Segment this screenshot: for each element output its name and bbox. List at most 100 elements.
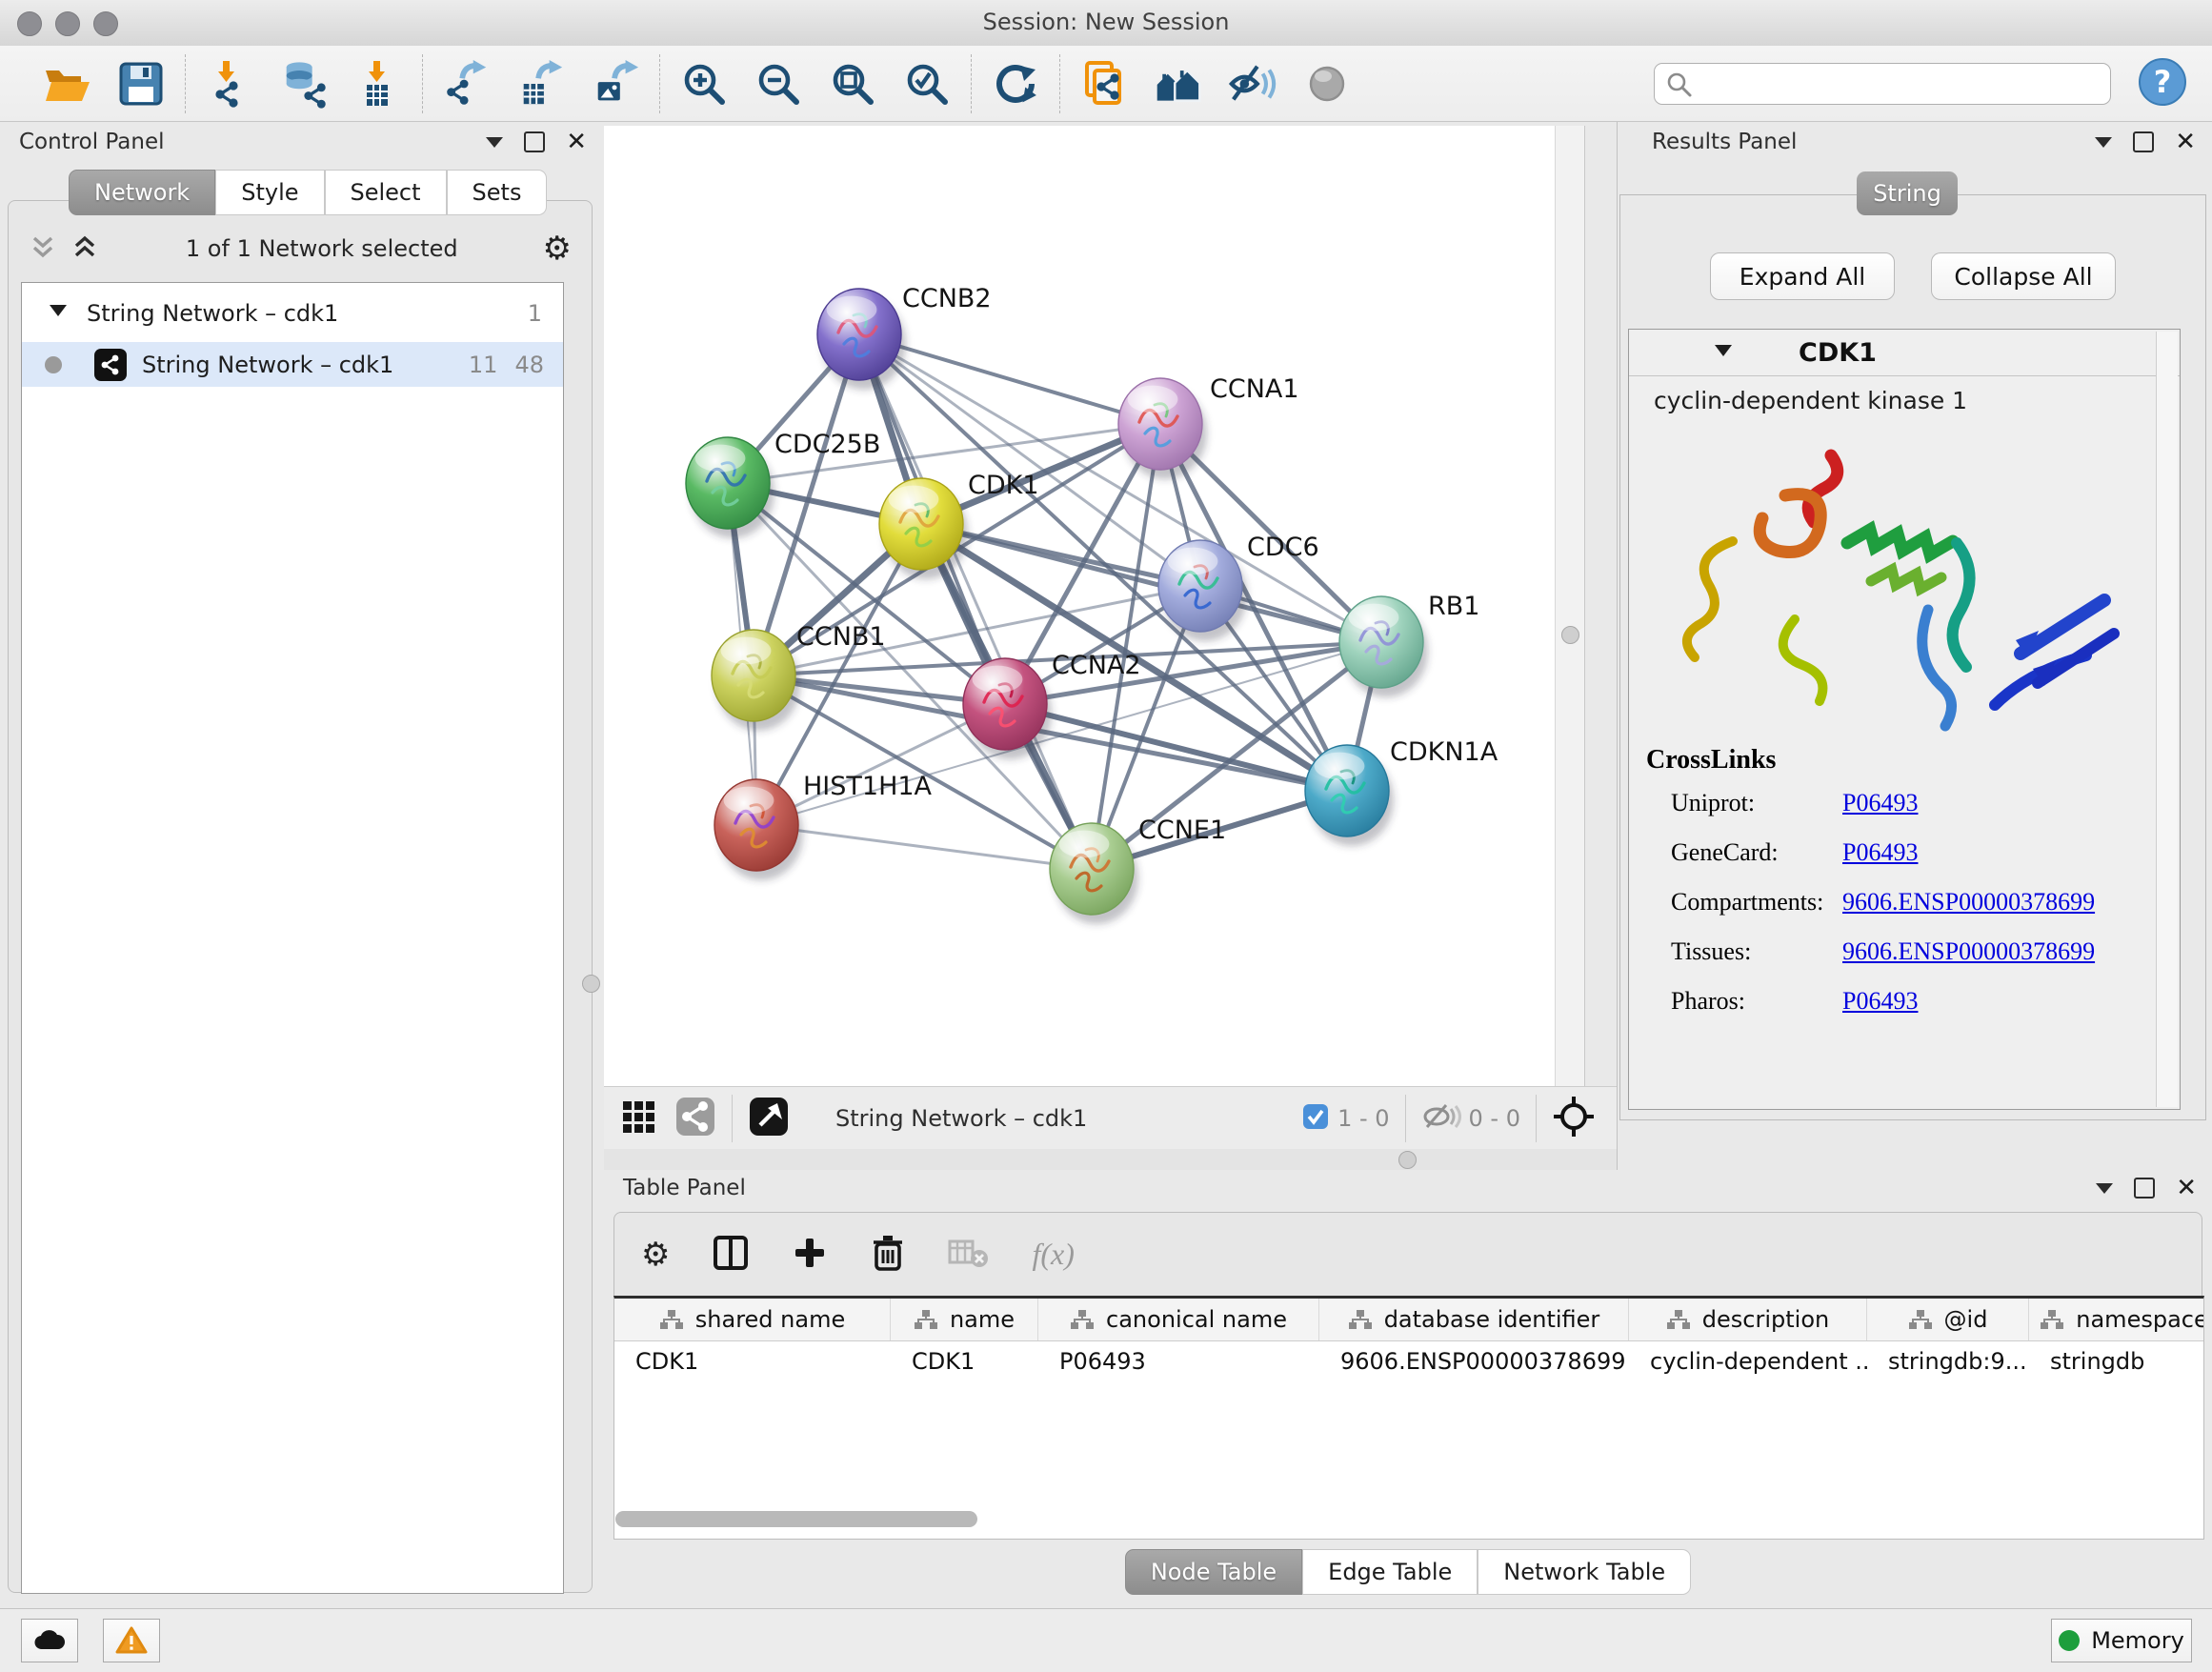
- column-header-shared-name[interactable]: shared name: [614, 1299, 891, 1340]
- network-node-count: 11: [469, 352, 498, 378]
- horizontal-splitter-handle[interactable]: [1398, 1151, 1417, 1169]
- zoom-fit-button[interactable]: [828, 59, 877, 109]
- open-session-button[interactable]: [42, 59, 91, 109]
- network-node-CCNA2[interactable]: CCNA2: [963, 651, 1141, 759]
- table-cell[interactable]: CDK1: [614, 1341, 891, 1381]
- import-table-button[interactable]: [353, 59, 403, 109]
- grid-view-icon[interactable]: [619, 1098, 657, 1139]
- results-scrollbar[interactable]: [2156, 332, 2178, 1107]
- network-node-RB1[interactable]: RB1: [1339, 592, 1479, 697]
- help-button[interactable]: ?: [2138, 57, 2187, 111]
- table-float-icon[interactable]: [2134, 1178, 2155, 1199]
- column-header-description[interactable]: description: [1629, 1299, 1867, 1340]
- collapse-all-icon[interactable]: [27, 231, 59, 267]
- network-collection-row[interactable]: String Network – cdk1 1: [22, 291, 563, 335]
- birdseye-view-button[interactable]: [1302, 59, 1352, 109]
- network-results-splitter-handle[interactable]: [1561, 626, 1579, 644]
- import-network-button[interactable]: [205, 59, 254, 109]
- column-header-canonical-name[interactable]: canonical name: [1038, 1299, 1319, 1340]
- table-cell[interactable]: 9606.ENSP00000378699: [1319, 1341, 1629, 1381]
- table-cell[interactable]: stringdb:9...: [1867, 1341, 2029, 1381]
- tab-style[interactable]: Style: [215, 170, 324, 215]
- collapse-all-button[interactable]: Collapse All: [1931, 252, 2116, 300]
- export-network-button[interactable]: [442, 59, 492, 109]
- panel-menu-caret-icon[interactable]: [486, 137, 503, 148]
- network-row[interactable]: String Network – cdk1 11 48: [22, 342, 563, 387]
- hide-graphics-details-button[interactable]: [1228, 59, 1277, 109]
- network-node-HIST1H1A[interactable]: HIST1H1A: [714, 772, 933, 880]
- warning-status-button[interactable]: [103, 1619, 160, 1662]
- tab-node-table[interactable]: Node Table: [1125, 1549, 1302, 1595]
- expand-all-button[interactable]: Expand All: [1710, 252, 1895, 300]
- network-name: String Network – cdk1: [142, 352, 393, 378]
- vertical-splitter-handle[interactable]: [582, 975, 600, 993]
- zoom-in-button[interactable]: [679, 59, 729, 109]
- column-header-name[interactable]: name: [891, 1299, 1038, 1340]
- network-canvas-scroll-strip: [1555, 126, 1585, 1086]
- network-tree: String Network – cdk1 1 String Network –…: [21, 282, 564, 1594]
- tree-expander-icon[interactable]: [47, 299, 70, 328]
- network-edge[interactable]: [756, 825, 1092, 869]
- import-network-database-button[interactable]: [279, 59, 329, 109]
- create-column-icon[interactable]: [792, 1235, 828, 1275]
- results-tab-string[interactable]: String: [1857, 171, 1958, 215]
- network-node-CDC25B[interactable]: CDC25B: [686, 430, 880, 538]
- column-header-namespace[interactable]: namespace: [2029, 1299, 2204, 1340]
- expand-all-icon[interactable]: [69, 231, 101, 267]
- tab-sets[interactable]: Sets: [447, 170, 548, 215]
- table-cell[interactable]: P06493: [1038, 1341, 1319, 1381]
- network-node-CCNA1[interactable]: CCNA1: [1118, 374, 1299, 479]
- crosslink-link[interactable]: P06493: [1842, 789, 1918, 817]
- table-cell[interactable]: CDK1: [891, 1341, 1038, 1381]
- results-menu-caret-icon[interactable]: [2095, 137, 2112, 148]
- zoom-selected-button[interactable]: [902, 59, 952, 109]
- table-options-gear-icon[interactable]: ⚙: [641, 1239, 670, 1271]
- selected-checkbox-icon[interactable]: [1301, 1102, 1330, 1135]
- tab-select[interactable]: Select: [325, 170, 447, 215]
- home-networks-button[interactable]: [1154, 59, 1203, 109]
- panel-float-icon[interactable]: [524, 131, 545, 152]
- delete-column-icon[interactable]: [870, 1233, 906, 1277]
- table-cell[interactable]: cyclin-dependent ...: [1629, 1341, 1867, 1381]
- network-node-CCNB1[interactable]: CCNB1: [712, 622, 886, 731]
- network-view-icon[interactable]: [674, 1096, 716, 1141]
- crosslink-link[interactable]: P06493: [1842, 987, 1918, 1016]
- column-header-@id[interactable]: @id: [1867, 1299, 2029, 1340]
- warning-icon: [115, 1626, 148, 1655]
- network-canvas[interactable]: CCNB2 CCNA1 CDC25B CDK1: [604, 126, 1555, 1086]
- panel-close-icon[interactable]: ✕: [566, 133, 587, 151]
- results-close-icon[interactable]: ✕: [2175, 133, 2196, 151]
- crosslink-link[interactable]: 9606.ENSP00000378699: [1842, 888, 2095, 917]
- save-session-button[interactable]: [116, 59, 166, 109]
- tab-edge-table[interactable]: Edge Table: [1302, 1549, 1478, 1595]
- zoom-out-button[interactable]: [754, 59, 803, 109]
- layout-refresh-button[interactable]: [991, 59, 1040, 109]
- export-image-button[interactable]: [591, 59, 640, 109]
- table-menu-caret-icon[interactable]: [2096, 1183, 2113, 1194]
- crosslink-link[interactable]: 9606.ENSP00000378699: [1842, 937, 2095, 966]
- network-node-CCNB2[interactable]: CCNB2: [817, 284, 992, 390]
- column-header-database-identifier[interactable]: database identifier: [1319, 1299, 1629, 1340]
- export-table-button[interactable]: [516, 59, 566, 109]
- table-hscrollbar-thumb[interactable]: [615, 1511, 977, 1527]
- network-options-gear-icon[interactable]: ⚙: [543, 232, 572, 265]
- network-from-selection-button[interactable]: [1079, 59, 1129, 109]
- cloud-status-button[interactable]: [21, 1619, 78, 1662]
- table-cell[interactable]: stringdb: [2029, 1341, 2204, 1381]
- tab-network[interactable]: Network: [69, 170, 215, 215]
- gene-collapse-caret-icon[interactable]: [1711, 338, 1736, 367]
- network-node-CDKN1A[interactable]: CDKN1A: [1305, 737, 1498, 846]
- network-node-CCNE1[interactable]: CCNE1: [1050, 816, 1226, 924]
- birdseye-toggle-icon[interactable]: [1552, 1095, 1596, 1142]
- tab-network-table[interactable]: Network Table: [1478, 1549, 1691, 1595]
- search-input[interactable]: [1654, 63, 2111, 105]
- results-float-icon[interactable]: [2133, 131, 2154, 152]
- crosslink-link[interactable]: P06493: [1842, 838, 1918, 867]
- show-columns-icon[interactable]: [712, 1234, 750, 1276]
- network-node-CDC6[interactable]: CDC6: [1158, 533, 1319, 641]
- node-table: shared namenamecanonical namedatabase id…: [613, 1296, 2204, 1540]
- memory-button[interactable]: Memory: [2051, 1619, 2192, 1662]
- results-panel-title: Results Panel: [1652, 130, 1797, 154]
- table-close-icon[interactable]: ✕: [2176, 1179, 2197, 1197]
- detach-view-icon[interactable]: [748, 1096, 790, 1141]
